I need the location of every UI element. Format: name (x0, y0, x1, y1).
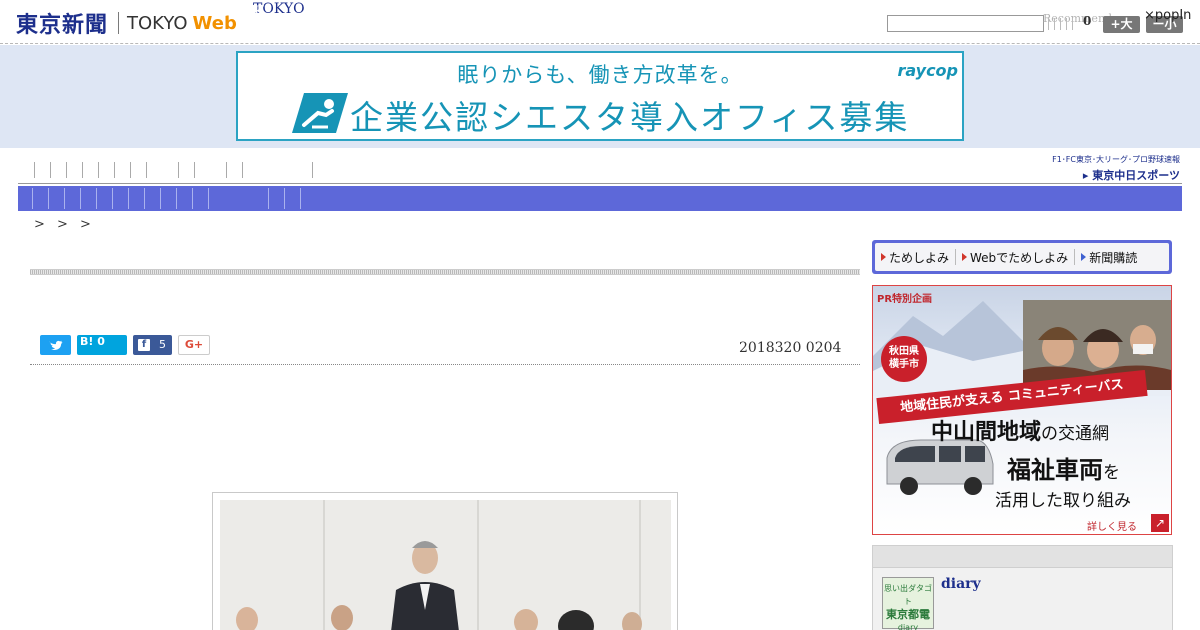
nav-separator (300, 188, 301, 209)
nav-separator (34, 162, 35, 178)
chunichi-tagline: F1･FC東京･大リーグ･プロ野球速報 (1052, 155, 1180, 164)
logo-english: TOKYO (127, 12, 188, 34)
nav-separator (112, 188, 113, 209)
sidebar-ad[interactable]: PR特別企画 秋田県 横手市 地域住民が支える コミュニティーバス 中山間地域の… (872, 285, 1172, 535)
share-googleplus-button[interactable]: G+ (178, 335, 210, 355)
facebook-count: 5 (159, 338, 166, 351)
site-header: 東京新聞 TOKYO Web Recommend 0 +大 ー小 ⨯popIn (0, 0, 1200, 44)
diary-thumb-top: 思い出ダタゴト (884, 584, 932, 606)
popin-close-button[interactable]: ⨯popIn (1144, 8, 1191, 23)
triangle-right-icon (962, 253, 968, 261)
nav-separator (32, 188, 33, 209)
nav-separator (66, 162, 67, 178)
ad-brand-logo: raycop (897, 61, 958, 80)
chunichi-logo: ▸ 東京中日スポーツ (1082, 169, 1180, 182)
sidebar-ad-headline1: 中山間地域の交通網 (931, 414, 1109, 446)
hatena-label: B! 0 (80, 335, 105, 348)
share-twitter-button[interactable] (40, 335, 71, 355)
nav-separator (192, 188, 193, 209)
nav-separator (144, 188, 145, 209)
diary-thumb-bottom: diary (897, 623, 919, 630)
search-input[interactable] (887, 15, 1044, 32)
nav-separator (64, 188, 65, 209)
headline1-emphasis: 中山間地域 (931, 420, 1042, 445)
headline2-emphasis: 福祉車両 (1007, 456, 1103, 484)
tameshi-item-subscribe[interactable]: 新聞購読 (1075, 249, 1143, 266)
site-logo[interactable]: 東京新聞 TOKYO Web (16, 10, 237, 38)
page: 東京新聞 TOKYO Web Recommend 0 +大 ー小 ⨯popIn … (0, 0, 1200, 630)
nav-separator (176, 188, 177, 209)
logo-divider (118, 12, 120, 34)
recommend-count: 0 (1083, 14, 1092, 28)
nav-separator (130, 162, 131, 178)
nav-item-book[interactable]: BOOK (219, 4, 265, 20)
triangle-right-icon (1081, 253, 1087, 261)
tameshi-item-trial[interactable]: ためしよみ (875, 249, 955, 266)
facebook-icon: f (138, 339, 150, 351)
nav-separator (114, 162, 115, 178)
nav-separator (48, 188, 49, 209)
category-nav-secondary (18, 186, 1182, 211)
share-hatena-button[interactable]: B! 0 (77, 335, 127, 355)
sidebar-ad-headline3: 活用した取り組み (995, 491, 1131, 511)
nav-separator (194, 162, 195, 178)
article-photo-frame (212, 492, 678, 630)
nav-separator (128, 188, 129, 209)
tameshi-label: 新聞購読 (1089, 250, 1138, 265)
sidebar-box-header (873, 546, 1172, 568)
nav-separator (98, 162, 99, 178)
nav-separator (146, 162, 147, 178)
nav-separator (50, 162, 51, 178)
nav-separator (284, 188, 285, 209)
tameshi-label: ためしよみ (889, 250, 950, 265)
article-date-rule (30, 364, 860, 365)
sidebar-ad-headline2: 福祉車両を (1007, 450, 1120, 485)
sidebar-ad-location-badge: 秋田県 横手市 (881, 336, 927, 382)
nap-person-icon (292, 93, 348, 133)
diary-thumbnail[interactable]: 思い出ダタゴト 東京都電 diary (882, 577, 934, 630)
tameshi-nav-inner: ためしよみ Webでためしよみ 新聞購読 (875, 243, 1169, 271)
article-photo (220, 500, 671, 630)
tameshi-label: Webでためしよみ (970, 250, 1069, 265)
ad-headline: 眠りからも、働き方改革を。 (457, 63, 743, 87)
nav-separator (242, 162, 243, 178)
nav-separator (312, 162, 313, 178)
nav-separator (208, 188, 209, 209)
ad-subheadline: 企業公認シエスタ導入オフィス募集 (350, 98, 910, 137)
breadcrumb[interactable]: > > > (34, 217, 95, 232)
tameshi-nav: ためしよみ Webでためしよみ 新聞購読 (872, 240, 1172, 274)
sidebar-diary-box: 思い出ダタゴト 東京都電 diary diary (872, 545, 1173, 630)
nav-separator (226, 162, 227, 178)
headline2-suffix: を (1103, 463, 1120, 483)
article-date: 2018320 0204 (739, 340, 842, 356)
sidebar-ad-more-link[interactable]: 詳しく見る (1087, 518, 1137, 533)
diary-thumb-mid: 東京都電 (886, 608, 930, 621)
font-size-large-button[interactable]: +大 (1103, 16, 1140, 33)
nav-separator (80, 188, 81, 209)
logo-japanese: 東京新聞 (16, 13, 109, 38)
triangle-right-icon (881, 253, 886, 261)
article-title-rule (30, 269, 860, 275)
nav-divider (18, 183, 1182, 184)
diary-title-link[interactable]: diary (941, 576, 981, 592)
share-facebook-button[interactable]: f 5 (133, 335, 172, 355)
sidebar-ad-pr-label: PR特別企画 (877, 294, 933, 305)
headline1-suffix: の交通網 (1041, 424, 1110, 444)
chunichi-sports-link[interactable]: F1･FC東京･大リーグ･プロ野球速報 ▸ 東京中日スポーツ (1028, 154, 1180, 183)
nav-separator (82, 162, 83, 178)
category-nav-primary (18, 160, 898, 180)
nav-separator (268, 188, 269, 209)
nav-separator (96, 188, 97, 209)
twitter-icon (49, 340, 63, 350)
nav-separator (178, 162, 179, 178)
nav-separator (160, 188, 161, 209)
top-ad-banner[interactable]: 眠りからも、働き方改革を。 raycop 企業公認シエスタ導入オフィス募集 (236, 51, 964, 141)
tameshi-item-web-trial[interactable]: Webでためしよみ (956, 249, 1074, 266)
arrow-up-right-icon[interactable]: ↗ (1151, 514, 1169, 532)
recommend-bars (1048, 18, 1078, 30)
